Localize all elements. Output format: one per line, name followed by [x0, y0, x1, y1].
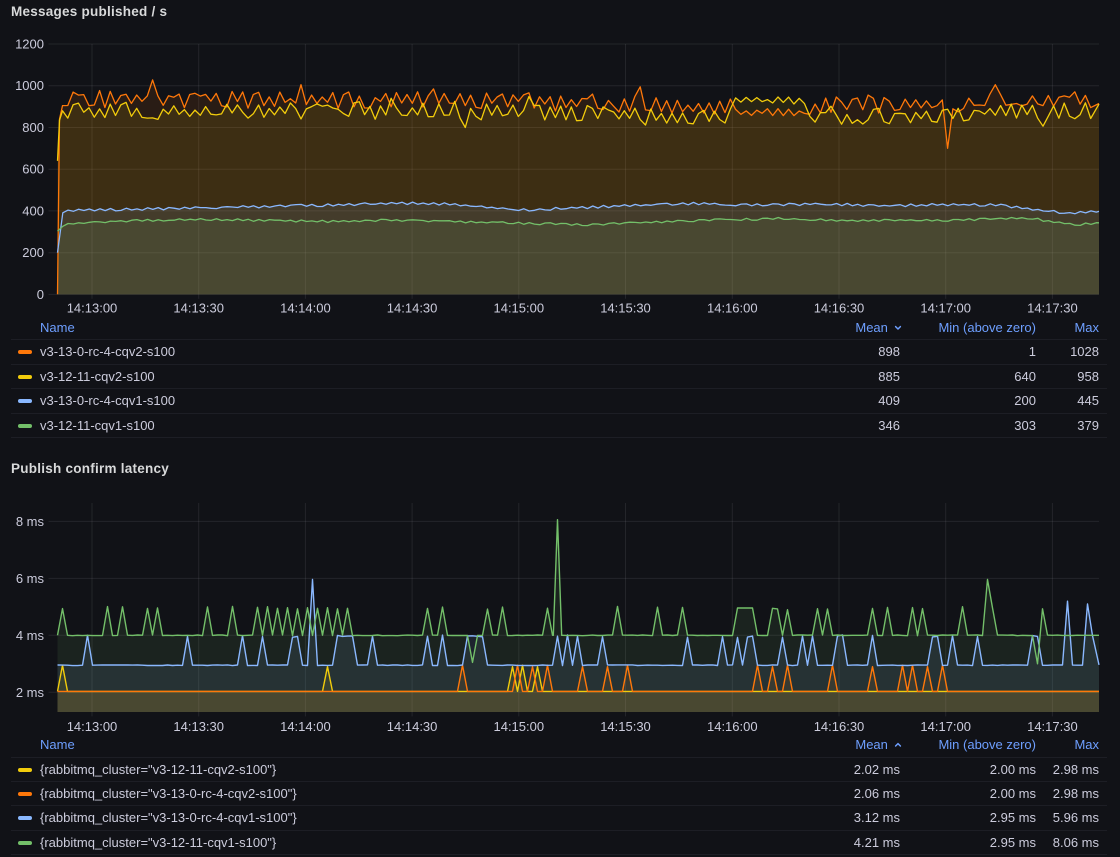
svg-text:14:13:30: 14:13:30 — [173, 719, 224, 734]
svg-text:4 ms: 4 ms — [16, 628, 45, 643]
svg-text:14:16:30: 14:16:30 — [814, 301, 865, 316]
svg-text:14:17:30: 14:17:30 — [1027, 301, 1078, 316]
svg-text:8 ms: 8 ms — [16, 514, 45, 529]
svg-text:14:13:30: 14:13:30 — [173, 301, 224, 316]
svg-text:14:16:00: 14:16:00 — [707, 301, 758, 316]
svg-text:14:16:00: 14:16:00 — [707, 719, 758, 734]
svg-text:6 ms: 6 ms — [16, 571, 45, 586]
svg-text:14:15:30: 14:15:30 — [600, 301, 651, 316]
svg-text:0: 0 — [37, 287, 44, 302]
svg-text:14:13:00: 14:13:00 — [67, 301, 118, 316]
svg-text:14:17:00: 14:17:00 — [920, 301, 971, 316]
svg-text:14:16:30: 14:16:30 — [814, 719, 865, 734]
svg-text:14:14:30: 14:14:30 — [387, 719, 438, 734]
svg-text:14:15:00: 14:15:00 — [493, 719, 544, 734]
svg-text:2 ms: 2 ms — [16, 685, 45, 700]
svg-text:14:14:30: 14:14:30 — [387, 301, 438, 316]
svg-text:600: 600 — [22, 162, 44, 177]
svg-text:14:14:00: 14:14:00 — [280, 719, 331, 734]
svg-text:800: 800 — [22, 120, 44, 135]
svg-text:14:13:00: 14:13:00 — [67, 719, 118, 734]
svg-text:400: 400 — [22, 203, 44, 218]
svg-text:1000: 1000 — [15, 78, 44, 93]
svg-text:1200: 1200 — [15, 37, 44, 52]
svg-text:14:17:30: 14:17:30 — [1027, 719, 1078, 734]
svg-text:14:15:00: 14:15:00 — [493, 301, 544, 316]
svg-text:14:17:00: 14:17:00 — [920, 719, 971, 734]
svg-text:200: 200 — [22, 245, 44, 260]
svg-text:14:15:30: 14:15:30 — [600, 719, 651, 734]
svg-text:14:14:00: 14:14:00 — [280, 301, 331, 316]
